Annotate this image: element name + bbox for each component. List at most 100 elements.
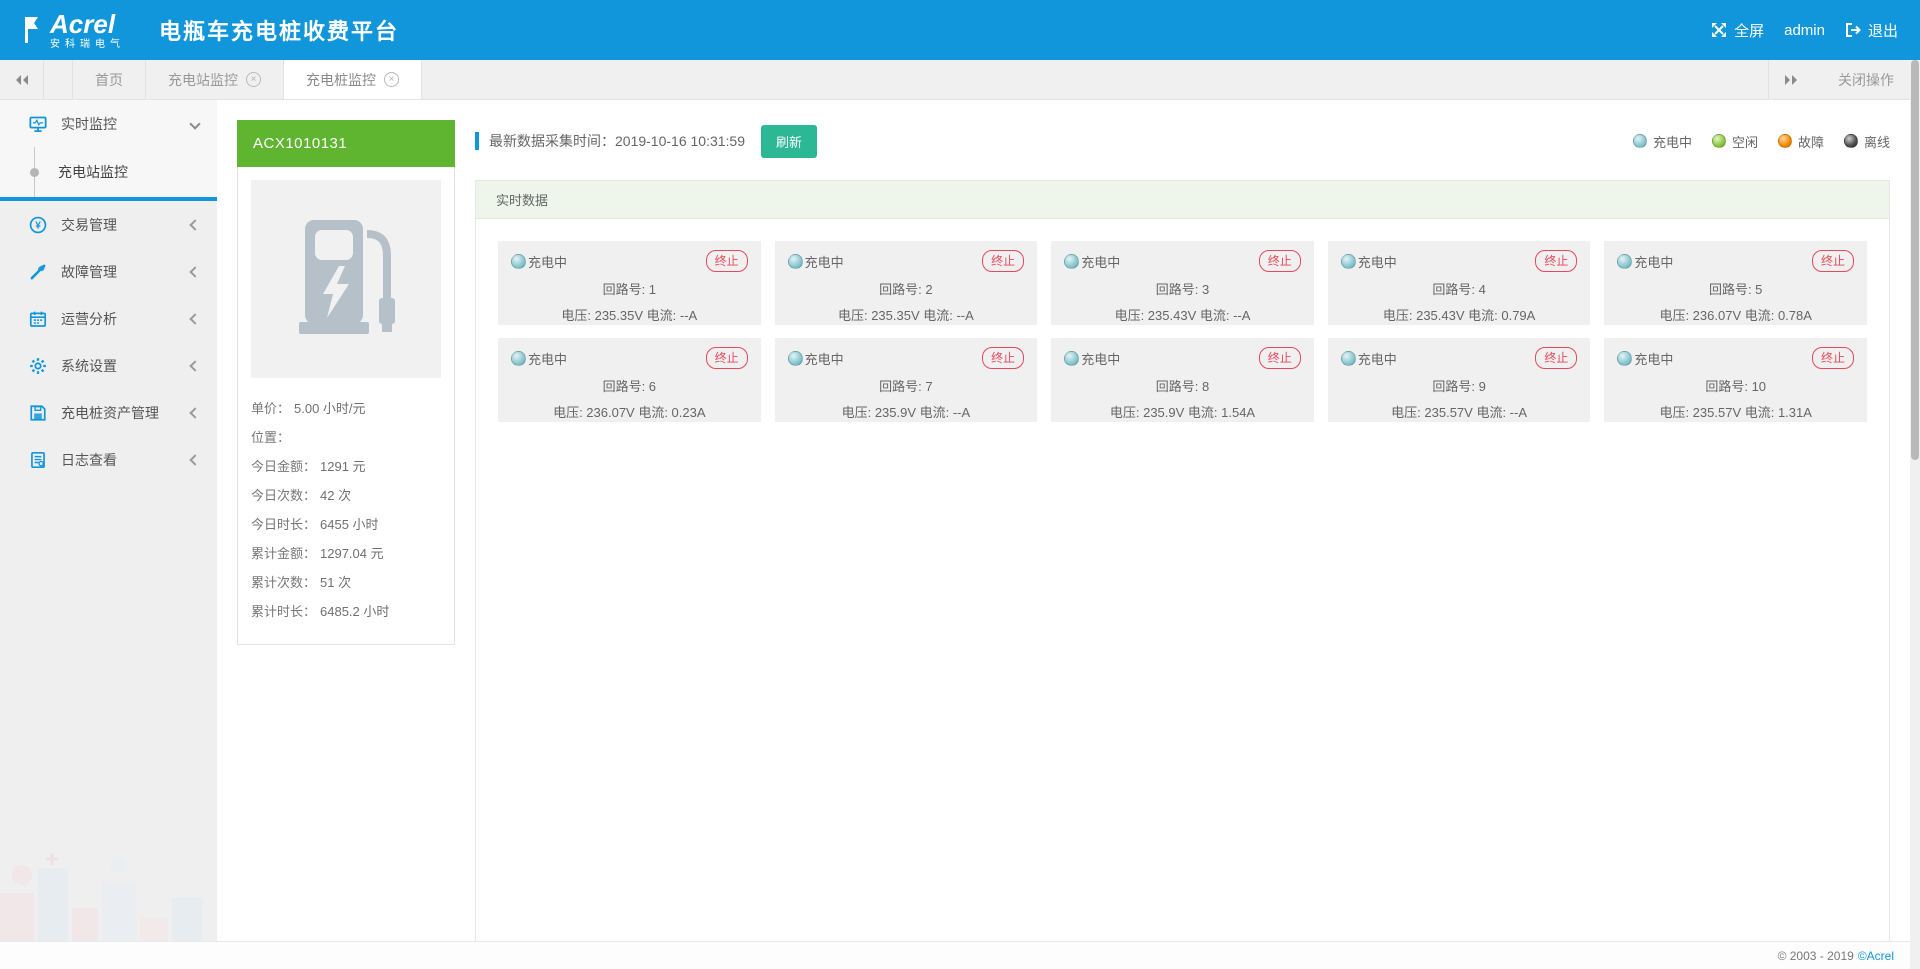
sidebar-item-pile-assets[interactable]: 充电桩资产管理 xyxy=(0,389,217,436)
logout-label: 退出 xyxy=(1868,20,1898,41)
chevron-left-icon xyxy=(189,219,200,230)
circuit-card-2: 充电中终止 回路号: 2 电压: 235.35V 电流: --A xyxy=(775,241,1038,325)
charging-pile-icon xyxy=(287,214,405,344)
sidebar-item-analysis[interactable]: 运营分析 xyxy=(0,295,217,342)
sidebar-item-label: 交易管理 xyxy=(61,215,191,235)
stat-today-duration: 今日时长：6455 小时 xyxy=(251,510,441,539)
circuit-number: 回路号: 6 xyxy=(511,376,748,395)
sidebar-item-transactions[interactable]: ¥ 交易管理 xyxy=(0,201,217,248)
status-legend: 充电中 空闲 故障 离线 xyxy=(1633,132,1890,151)
voltage-current: 电压: 235.43V 电流: 0.79A xyxy=(1341,305,1578,324)
stat-total-count: 累计次数：51 次 xyxy=(251,568,441,597)
charging-status-icon xyxy=(1064,254,1079,269)
realtime-panel-title: 实时数据 xyxy=(476,181,1889,219)
circuit-number: 回路号: 2 xyxy=(788,279,1025,298)
chevron-left-icon xyxy=(189,407,200,418)
circuit-card-9: 充电中终止 回路号: 9 电压: 235.57V 电流: --A xyxy=(1328,338,1591,422)
charging-status-icon xyxy=(511,351,526,366)
save-disk-icon xyxy=(28,403,48,423)
idle-status-icon xyxy=(1712,134,1726,148)
circuit-card-5: 充电中终止 回路号: 5 电压: 236.07V 电流: 0.78A xyxy=(1604,241,1867,325)
logout-button[interactable]: 退出 xyxy=(1845,20,1898,41)
sidebar-subitem-station-monitor[interactable]: 充电站监控 xyxy=(0,147,217,197)
tabs-scroll-left-button[interactable] xyxy=(0,60,44,99)
tab-pile-monitor[interactable]: 充电桩监控 × xyxy=(284,60,422,99)
terminate-button[interactable]: 终止 xyxy=(706,250,748,272)
circuit-number: 回路号: 9 xyxy=(1341,376,1578,395)
circuit-card-6: 充电中终止 回路号: 6 电压: 236.07V 电流: 0.23A xyxy=(498,338,761,422)
terminate-button[interactable]: 终止 xyxy=(1259,347,1301,369)
chevron-left-icon xyxy=(189,313,200,324)
legend-idle: 空闲 xyxy=(1712,132,1758,151)
gear-icon xyxy=(28,356,48,376)
circuit-card-7: 充电中终止 回路号: 7 电压: 235.9V 电流: --A xyxy=(775,338,1038,422)
chevron-left-icon xyxy=(189,266,200,277)
sidebar-item-label: 故障管理 xyxy=(61,262,191,282)
acrel-logo: Acrel 安科瑞电气 xyxy=(22,11,125,50)
terminate-button[interactable]: 终止 xyxy=(1259,250,1301,272)
sidebar: 实时监控 充电站监控 ¥ 交易管理 故障管理 xyxy=(0,100,217,969)
monitor-icon xyxy=(28,114,48,134)
realtime-data-panel: 实时数据 充电中终止 回路号: 1 电压: 235.35V 电流: --A 充电… xyxy=(475,180,1890,969)
close-operations-button[interactable]: 关闭操作 xyxy=(1812,60,1920,99)
sidebar-item-faults[interactable]: 故障管理 xyxy=(0,248,217,295)
stat-total-amount: 累计金额：1297.04 元 xyxy=(251,539,441,568)
accent-bar xyxy=(475,132,479,150)
calendar-icon xyxy=(28,309,48,329)
legend-fault: 故障 xyxy=(1778,132,1824,151)
vertical-scrollbar[interactable] xyxy=(1910,60,1920,969)
fullscreen-button[interactable]: 全屏 xyxy=(1711,20,1764,41)
refresh-button[interactable]: 刷新 xyxy=(761,125,817,158)
terminate-button[interactable]: 终止 xyxy=(706,347,748,369)
sidebar-item-label: 实时监控 xyxy=(61,114,191,134)
svg-text:¥: ¥ xyxy=(35,220,41,231)
main-content: ACX1010131 xyxy=(217,100,1920,969)
circuit-number: 回路号: 1 xyxy=(511,279,748,298)
tab-home[interactable]: 首页 xyxy=(72,60,146,99)
circuit-number: 回路号: 5 xyxy=(1617,279,1854,298)
logo-subtext: 安科瑞电气 xyxy=(50,40,125,50)
terminate-button[interactable]: 终止 xyxy=(1812,347,1854,369)
voltage-current: 电压: 235.43V 电流: --A xyxy=(1064,305,1301,324)
tab-label: 充电站监控 xyxy=(168,70,238,90)
circuit-number: 回路号: 3 xyxy=(1064,279,1301,298)
circuit-number: 回路号: 8 xyxy=(1064,376,1301,395)
voltage-current: 电压: 236.07V 电流: 0.78A xyxy=(1617,305,1854,324)
close-operations-label: 关闭操作 xyxy=(1838,70,1894,90)
flag-icon xyxy=(22,15,42,45)
chevron-down-icon xyxy=(189,118,200,129)
transaction-icon: ¥ xyxy=(28,215,48,235)
stat-total-duration: 累计时长：6485.2 小时 xyxy=(251,597,441,626)
charging-status-icon xyxy=(1617,351,1632,366)
tab-label: 充电桩监控 xyxy=(306,70,376,90)
sidebar-item-realtime-monitor[interactable]: 实时监控 xyxy=(0,100,217,147)
page-footer: © 2003 - 2019 ©Acrel xyxy=(0,941,1920,969)
terminate-button[interactable]: 终止 xyxy=(1535,250,1577,272)
sidebar-item-settings[interactable]: 系统设置 xyxy=(0,342,217,389)
voltage-current: 电压: 235.57V 电流: --A xyxy=(1341,402,1578,421)
tab-station-monitor[interactable]: 充电站监控 × xyxy=(146,60,284,99)
double-arrow-right-icon xyxy=(1783,74,1799,86)
app-header: Acrel 安科瑞电气 电瓶车充电桩收费平台 全屏 admin 退出 xyxy=(0,0,1920,60)
charging-status-icon xyxy=(511,254,526,269)
terminate-button[interactable]: 终止 xyxy=(1535,347,1577,369)
terminate-button[interactable]: 终止 xyxy=(982,347,1024,369)
terminate-button[interactable]: 终止 xyxy=(1812,250,1854,272)
sidebar-item-logs[interactable]: 日志查看 xyxy=(0,436,217,483)
username: admin xyxy=(1784,22,1825,39)
circuit-number: 回路号: 7 xyxy=(788,376,1025,395)
voltage-current: 电压: 235.35V 电流: --A xyxy=(511,305,748,324)
scrollbar-thumb[interactable] xyxy=(1911,60,1919,460)
brand-link[interactable]: ©Acrel xyxy=(1858,949,1894,963)
tabs-scroll-right-button[interactable] xyxy=(1768,60,1812,99)
charging-status-icon xyxy=(1064,351,1079,366)
sidebar-item-label: 运营分析 xyxy=(61,309,191,329)
user-menu[interactable]: admin xyxy=(1784,22,1825,39)
chevron-left-icon xyxy=(189,454,200,465)
terminate-button[interactable]: 终止 xyxy=(982,250,1024,272)
close-tab-icon[interactable]: × xyxy=(246,72,261,87)
charging-status-icon xyxy=(1617,254,1632,269)
close-tab-icon[interactable]: × xyxy=(384,72,399,87)
sidebar-item-label: 系统设置 xyxy=(61,356,191,376)
circuit-card-8: 充电中终止 回路号: 8 电压: 235.9V 电流: 1.54A xyxy=(1051,338,1314,422)
